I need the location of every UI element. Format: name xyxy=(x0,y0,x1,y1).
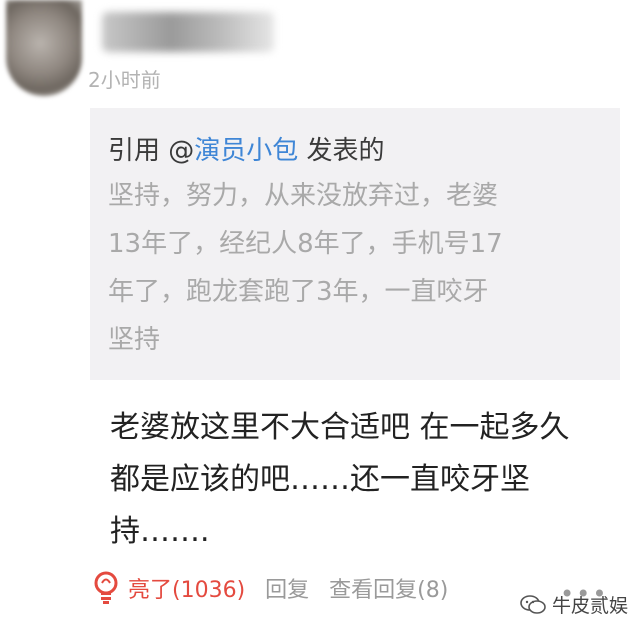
wechat-icon xyxy=(520,594,546,616)
avatar[interactable] xyxy=(6,0,82,96)
quote-line: 年了，跑龙套跑了3年，一直咬牙 xyxy=(108,277,489,307)
like-button[interactable]: 亮了(1036) xyxy=(128,572,245,604)
username-blurred[interactable] xyxy=(102,12,274,52)
comment-line: 持……. xyxy=(110,514,210,549)
comment-actions: 亮了(1036) 回复 查看回复(8) xyxy=(92,568,448,608)
watermark-text: 牛皮贰娱 xyxy=(552,595,629,617)
post-time: 2小时前 xyxy=(88,68,161,92)
lightbulb-icon[interactable] xyxy=(92,570,120,606)
quote-line: 13年了，经纪人8年了，手机号17 xyxy=(108,229,503,259)
quote-header: 引用 @演员小包 发表的 xyxy=(108,130,385,167)
quote-author-link[interactable]: 演员小包 xyxy=(194,136,298,166)
view-replies-button[interactable]: 查看回复(8) xyxy=(329,572,448,604)
watermark: 牛皮贰娱 xyxy=(520,591,628,618)
comment-text: 老婆放这里不大合适吧 在一起多久 都是应该的吧……还一直咬牙坚 持……. xyxy=(110,402,630,558)
quote-line: 坚持，努力，从来没放弃过，老婆 xyxy=(108,181,499,211)
quote-suffix: 发表的 xyxy=(298,136,385,166)
comment-line: 都是应该的吧……还一直咬牙坚 xyxy=(110,462,530,497)
quote-text: 坚持，努力，从来没放弃过，老婆 13年了，经纪人8年了，手机号17 年了，跑龙套… xyxy=(108,172,608,364)
comment-line: 老婆放这里不大合适吧 在一起多久 xyxy=(110,410,570,445)
quote-line: 坚持 xyxy=(108,325,161,355)
quote-prefix: 引用 @ xyxy=(108,136,195,166)
reply-button[interactable]: 回复 xyxy=(265,572,309,604)
quoted-post: 引用 @演员小包 发表的 坚持，努力，从来没放弃过，老婆 13年了，经纪人8年了… xyxy=(90,108,620,380)
